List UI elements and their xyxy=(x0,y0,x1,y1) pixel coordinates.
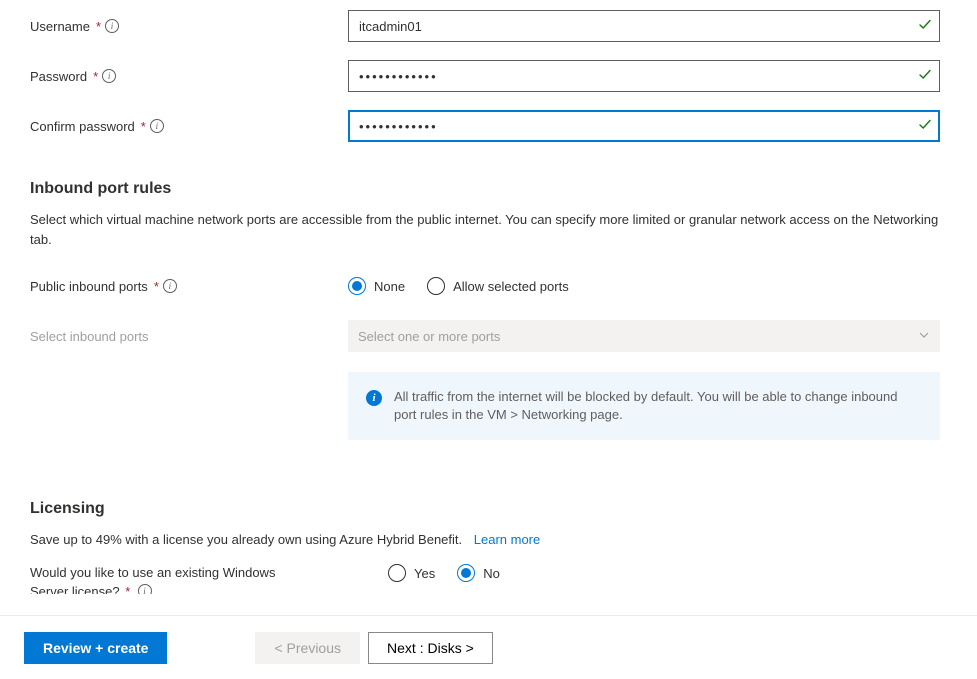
radio-icon xyxy=(427,277,445,295)
info-filled-icon: i xyxy=(366,390,382,406)
info-icon[interactable]: i xyxy=(150,119,164,133)
confirm-password-label: Confirm password xyxy=(30,119,135,134)
inbound-info-banner: i All traffic from the internet will be … xyxy=(348,372,940,440)
inbound-ports-none-radio[interactable]: None xyxy=(348,277,405,295)
inbound-ports-allow-radio[interactable]: Allow selected ports xyxy=(427,277,569,295)
radio-label: No xyxy=(483,566,500,581)
radio-icon xyxy=(348,277,366,295)
wizard-footer: Review + create < Previous Next : Disks … xyxy=(0,615,977,679)
select-inbound-ports-dropdown: Select one or more ports xyxy=(348,320,940,352)
public-inbound-ports-label: Public inbound ports xyxy=(30,279,148,294)
radio-label: Allow selected ports xyxy=(453,279,569,294)
learn-more-link[interactable]: Learn more xyxy=(474,532,540,547)
licensing-section-title: Licensing xyxy=(30,500,947,518)
licensing-desc: Save up to 49% with a license you alread… xyxy=(30,532,462,547)
password-input[interactable] xyxy=(348,60,940,92)
radio-icon xyxy=(388,564,406,582)
confirm-password-input[interactable] xyxy=(348,110,940,142)
previous-button: < Previous xyxy=(255,632,360,664)
radio-label: None xyxy=(374,279,405,294)
chevron-down-icon xyxy=(918,329,930,344)
required-asterisk: * xyxy=(154,279,159,294)
username-label: Username xyxy=(30,19,90,34)
select-inbound-ports-label: Select inbound ports xyxy=(30,329,149,344)
info-icon[interactable]: i xyxy=(102,69,116,83)
info-icon[interactable]: i xyxy=(163,279,177,293)
required-asterisk: * xyxy=(96,19,101,34)
review-create-button[interactable]: Review + create xyxy=(24,632,167,664)
next-button[interactable]: Next : Disks > xyxy=(368,632,493,664)
required-asterisk: * xyxy=(141,119,146,134)
licensing-question-line2: Server license? xyxy=(30,584,120,594)
info-icon[interactable]: i xyxy=(138,584,152,594)
radio-icon xyxy=(457,564,475,582)
info-icon[interactable]: i xyxy=(105,19,119,33)
password-label: Password xyxy=(30,69,87,84)
inbound-section-desc: Select which virtual machine network por… xyxy=(30,210,940,250)
inbound-info-text: All traffic from the internet will be bl… xyxy=(394,388,922,424)
inbound-section-title: Inbound port rules xyxy=(30,180,947,198)
dropdown-placeholder: Select one or more ports xyxy=(358,329,500,344)
required-asterisk: * xyxy=(125,584,130,594)
required-asterisk: * xyxy=(93,69,98,84)
licensing-question-label: Would you like to use an existing Window… xyxy=(30,564,376,582)
license-no-radio[interactable]: No xyxy=(457,564,500,582)
license-yes-radio[interactable]: Yes xyxy=(388,564,435,582)
radio-label: Yes xyxy=(414,566,435,581)
username-input[interactable] xyxy=(348,10,940,42)
